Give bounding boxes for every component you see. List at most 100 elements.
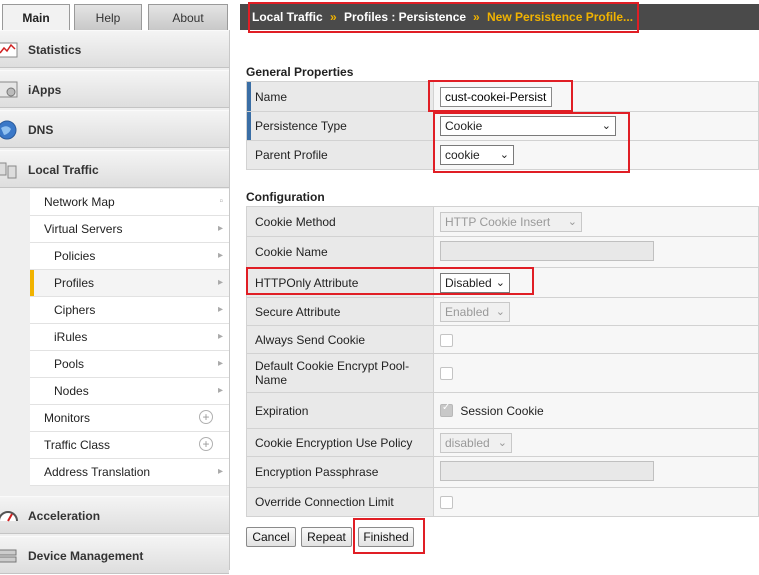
- row-parent-profile: Parent Profile cookie ⌄: [246, 140, 759, 170]
- chevron-down-icon: ⌄: [495, 305, 505, 318]
- add-icon[interactable]: +: [199, 410, 213, 424]
- sidebar-section-local-traffic[interactable]: Local Traffic: [0, 150, 229, 188]
- cookie-name-input[interactable]: [440, 240, 654, 261]
- row-name: Name: [246, 81, 759, 112]
- tab-bar: Main Help About: [0, 0, 230, 32]
- encryption-passphrase-input[interactable]: [440, 460, 654, 481]
- tab-about[interactable]: About: [148, 4, 228, 30]
- row-cookie-name: Cookie Name: [246, 236, 759, 268]
- sidebar-item-profiles[interactable]: Profiles ▸: [30, 270, 229, 297]
- chevron-down-icon: ⌄: [495, 276, 505, 289]
- tab-help[interactable]: Help: [74, 4, 142, 30]
- sidebar-item-label: Ciphers: [54, 303, 96, 317]
- parent-profile-value: cookie: [445, 148, 480, 162]
- sidebar-section-label: Device Management: [28, 549, 144, 563]
- cookie-method-select[interactable]: HTTP Cookie Insert ⌄: [440, 211, 582, 232]
- sidebar-item-policies[interactable]: Policies ▸: [30, 243, 229, 270]
- configuration-heading: Configuration: [246, 190, 325, 204]
- breadcrumb-current-page: New Persistence Profile...: [487, 10, 634, 24]
- finished-button[interactable]: Finished: [358, 527, 414, 547]
- httponly-select[interactable]: Disabled ⌄: [440, 272, 510, 293]
- sidebar-section-dns[interactable]: DNS: [0, 110, 229, 148]
- expiration-label: Expiration: [246, 392, 434, 429]
- acceleration-gauge-icon: [0, 511, 18, 522]
- secure-attribute-label: Secure Attribute: [246, 297, 434, 326]
- sidebar-item-pools[interactable]: Pools ▸: [30, 351, 229, 378]
- cancel-button[interactable]: Cancel: [246, 527, 296, 547]
- always-send-cookie-checkbox[interactable]: [440, 333, 453, 347]
- sidebar-item-label: Nodes: [54, 384, 89, 398]
- row-always-send-cookie: Always Send Cookie: [246, 325, 759, 354]
- httponly-label: HTTPOnly Attribute: [246, 267, 434, 298]
- breadcrumb-local-traffic[interactable]: Local Traffic: [252, 4, 323, 30]
- encryption-use-policy-label: Cookie Encryption Use Policy: [246, 428, 434, 457]
- row-httponly: HTTPOnly Attribute Disabled ⌄: [246, 267, 759, 298]
- persistence-type-select[interactable]: Cookie ⌄: [440, 116, 616, 136]
- sidebar-item-label: Policies: [54, 249, 96, 263]
- main-content: General Properties Name Persistence Type…: [240, 34, 759, 570]
- row-encryption-use-policy: Cookie Encryption Use Policy disabled ⌄: [246, 428, 759, 457]
- chevron-down-icon: ⌄: [601, 120, 611, 132]
- sidebar-item-network-map[interactable]: Network Map ▫: [30, 189, 229, 216]
- sidebar-item-traffic-class[interactable]: Traffic Class +: [30, 432, 229, 459]
- statistics-icon: [0, 42, 18, 58]
- sidebar-section-device-management[interactable]: Device Management: [0, 536, 229, 574]
- sidebar-section-statistics[interactable]: Statistics: [0, 30, 229, 68]
- chevron-right-icon: ▸: [217, 304, 223, 315]
- secure-attribute-value: Enabled: [445, 304, 490, 319]
- tab-main[interactable]: Main: [2, 4, 70, 30]
- breadcrumb-separator: »: [330, 10, 337, 24]
- breadcrumb-separator: »: [473, 10, 480, 24]
- override-connection-limit-checkbox[interactable]: [440, 496, 453, 510]
- chevron-right-icon: ▸: [217, 466, 223, 477]
- httponly-value: Disabled: [445, 275, 492, 290]
- sidebar-section-acceleration[interactable]: Acceleration: [0, 496, 229, 534]
- dns-globe-icon: [0, 120, 17, 140]
- secure-attribute-select[interactable]: Enabled ⌄: [440, 301, 510, 322]
- persistence-type-label: Persistence Type: [246, 111, 434, 141]
- sidebar-item-label: Traffic Class: [44, 438, 111, 452]
- iapps-icon: [0, 81, 18, 98]
- session-cookie-checkbox[interactable]: [440, 402, 453, 418]
- name-input[interactable]: [440, 86, 552, 107]
- general-properties-heading: General Properties: [246, 65, 354, 79]
- row-persistence-type: Persistence Type Cookie ⌄: [246, 111, 759, 141]
- name-label: Name: [246, 81, 434, 112]
- row-cookie-method: Cookie Method HTTP Cookie Insert ⌄: [246, 206, 759, 237]
- cookie-name-label: Cookie Name: [246, 236, 434, 268]
- device-management-icon: [0, 549, 17, 563]
- sidebar-section-label: Local Traffic: [28, 163, 99, 177]
- breadcrumb: Local Traffic » Profiles : Persistence »…: [240, 4, 759, 30]
- chevron-right-icon: ▸: [217, 385, 223, 396]
- repeat-button[interactable]: Repeat: [301, 527, 352, 547]
- encrypt-pool-name-checkbox[interactable]: [440, 367, 453, 381]
- parent-profile-label: Parent Profile: [246, 140, 434, 170]
- cookie-method-label: Cookie Method: [246, 206, 434, 237]
- sidebar-item-monitors[interactable]: Monitors +: [30, 405, 229, 432]
- chevron-right-icon: ▸: [217, 250, 223, 261]
- sidebar-section-iapps[interactable]: iApps: [0, 70, 229, 108]
- sidebar-item-label: Pools: [54, 357, 85, 371]
- cookie-method-value: HTTP Cookie Insert: [445, 214, 551, 229]
- sidebar-item-nodes[interactable]: Nodes ▸: [30, 378, 229, 405]
- chevron-right-icon: ▸: [217, 223, 223, 234]
- sidebar: Statistics iApps DNS Local Traffic Netwo…: [0, 30, 230, 574]
- sidebar-item-virtual-servers[interactable]: Virtual Servers ▸: [30, 216, 229, 243]
- row-secure-attribute: Secure Attribute Enabled ⌄: [246, 297, 759, 326]
- general-properties-table: Name Persistence Type Cookie ⌄ Parent Pr…: [246, 81, 759, 170]
- sidebar-item-label: Address Translation: [44, 465, 151, 479]
- row-override-connection-limit: Override Connection Limit: [246, 487, 759, 517]
- breadcrumb-profiles-persistence[interactable]: Profiles : Persistence: [344, 4, 466, 30]
- parent-profile-select[interactable]: cookie ⌄: [440, 145, 514, 165]
- sidebar-item-irules[interactable]: iRules ▸: [30, 324, 229, 351]
- encryption-use-policy-select[interactable]: disabled ⌄: [440, 432, 512, 453]
- sidebar-item-address-translation[interactable]: Address Translation ▸: [30, 459, 229, 486]
- sidebar-item-label: Network Map: [44, 195, 115, 209]
- add-icon[interactable]: +: [199, 437, 213, 451]
- sidebar-item-label: Monitors: [44, 411, 91, 425]
- chevron-right-icon: ▸: [217, 358, 223, 369]
- sidebar-item-label: Virtual Servers: [44, 222, 123, 236]
- sidebar-item-ciphers[interactable]: Ciphers ▸: [30, 297, 229, 324]
- chevron-down-icon: ⌄: [499, 149, 509, 161]
- sidebar-section-label: iApps: [28, 83, 62, 97]
